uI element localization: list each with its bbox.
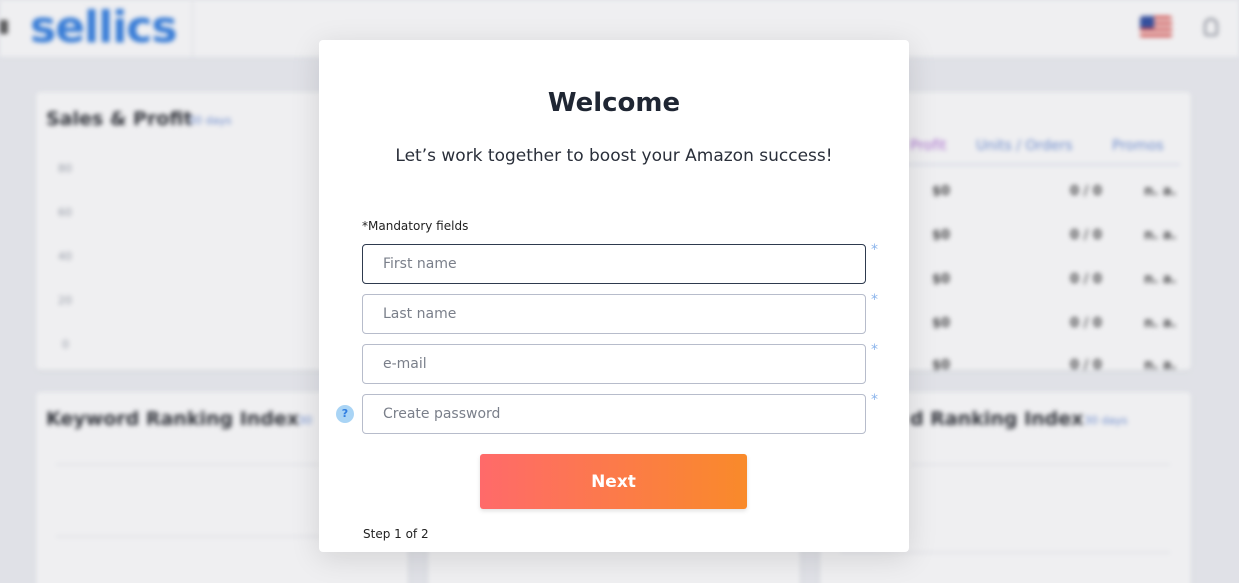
last-name-field[interactable] <box>362 294 866 334</box>
next-button[interactable]: Next <box>480 454 747 509</box>
required-marker: * <box>871 392 878 408</box>
required-marker: * <box>871 242 878 258</box>
modal-title: Welcome <box>547 88 681 118</box>
email-field[interactable] <box>362 344 866 384</box>
password-help-icon[interactable]: ? <box>336 405 354 423</box>
first-name-field[interactable] <box>362 244 866 284</box>
signup-modal: Welcome Let’s work together to boost you… <box>319 40 909 552</box>
step-indicator: Step 1 of 2 <box>363 527 429 541</box>
password-field[interactable] <box>362 394 866 434</box>
required-marker: * <box>871 342 878 358</box>
required-marker: * <box>871 292 878 308</box>
modal-subtitle: Let’s work together to boost your Amazon… <box>395 146 833 166</box>
mandatory-fields-note: *Mandatory fields <box>362 219 469 233</box>
